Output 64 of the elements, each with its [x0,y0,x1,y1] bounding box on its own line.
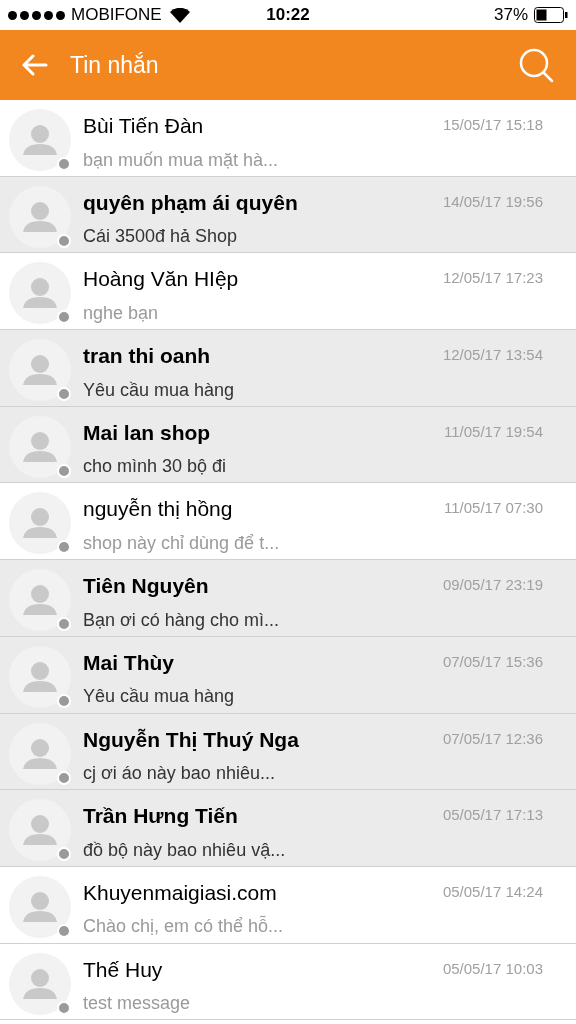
back-arrow-icon[interactable] [22,54,48,76]
message-preview: nghe bạn [83,301,160,325]
message-preview: bạn muốn mua mặt hà... [83,148,279,172]
message-preview: test message [83,992,191,1016]
message-preview: Bạn ơi có hàng cho mì... [83,608,279,632]
contact-name: Hoàng Văn HIệp [83,266,239,293]
wifi-icon [169,7,190,23]
clock: 10:22 [266,4,310,27]
contact-name: Nguyễn Thị Thuý Nga [83,726,299,753]
conversation-row[interactable]: Tiên Nguyên Bạn ơi có hàng cho mì... 09/05/17 23:19 [0,560,576,637]
contact-name: Thế Huy [83,956,164,983]
avatar-icon [9,722,71,785]
search-icon[interactable] [518,47,554,83]
message-time: 07/05/17 12:36 [442,728,543,749]
avatar-icon [9,185,71,248]
message-preview: Yêu cầu mua hàng [83,378,235,402]
message-time: 15/05/17 15:18 [442,115,543,135]
avatar-icon [9,109,71,171]
message-time: 05/05/17 14:24 [442,881,543,902]
message-preview: Cái 3500đ hả Shop [83,225,239,249]
avatar-icon [9,262,71,325]
contact-name: Trần Hưng Tiến [83,803,239,830]
message-time: 12/05/17 17:23 [442,268,543,289]
message-time: 11/05/17 19:54 [444,421,543,442]
contact-name: Khuyenmaigiasi.com [83,879,278,906]
message-preview: cj ơi áo này bao nhiêu... [83,762,276,785]
contact-name: Tiên Nguyên [83,573,210,600]
contact-name: quyên phạm ái quyên [83,189,298,216]
carrier-name: MOBIFONE [71,4,162,27]
avatar-icon [9,952,71,1015]
conversation-row[interactable]: Trần Hưng Tiến đồ bộ này bao nhiêu vậ... 05/05/17 17:13 [0,790,576,867]
conversation-row[interactable]: Nguyễn Thị Thuý Nga cj ơi áo này bao nhiêu... 07/05/17 12:36 [0,713,576,791]
conversation-row[interactable]: tran thi oanh Yêu cầu mua hàng 12/05/17 13:54 [0,330,576,407]
signal-icon [8,10,65,20]
page-title: Tin nhắn [70,50,159,80]
message-time: 11/05/17 07:30 [444,498,543,519]
contact-name: Bùi Tiến Đàn [83,113,205,139]
avatar-icon [9,799,71,862]
message-time: 14/05/17 19:56 [442,191,543,212]
message-time: 05/05/17 10:03 [442,958,543,979]
conversation-row[interactable]: Mai lan shop cho mình 30 bộ đi 11/05/17 19:54 [0,406,576,484]
contact-name: Mai lan shop [83,419,212,446]
message-preview: đồ bộ này bao nhiêu vậ... [83,838,286,862]
message-preview: Yêu cầu mua hàng [83,685,235,709]
conversation-row[interactable]: quyên phạm ái quyên Cái 3500đ hả Shop 14/05/17 19:56 [0,176,576,254]
message-time: 07/05/17 15:36 [442,651,543,672]
message-time: 12/05/17 13:54 [442,345,543,366]
avatar-icon [9,415,71,478]
battery-percentage: 37% [493,4,528,27]
conversation-row[interactable]: Mai Thùy Yêu cầu mua hàng 07/05/17 15:36 [0,636,576,714]
avatar-icon [9,339,71,402]
contact-name: nguyễn thị hồng [83,496,234,523]
message-preview: shop này chỉ dùng để t... [83,531,280,555]
message-time: 09/05/17 23:19 [442,575,543,596]
contact-name: Mai Thùy [83,649,175,676]
avatar-icon [9,645,71,708]
message-preview: cho mình 30 bộ đi [83,455,227,479]
battery-icon [534,7,568,23]
contact-name: tran thi oanh [83,343,212,370]
avatar-icon [9,569,71,632]
avatar-icon [9,875,71,938]
message-preview: Chào chị, em có thể hỗ... [83,914,284,939]
avatar-icon [9,492,71,555]
message-time: 05/05/17 17:13 [442,805,543,826]
